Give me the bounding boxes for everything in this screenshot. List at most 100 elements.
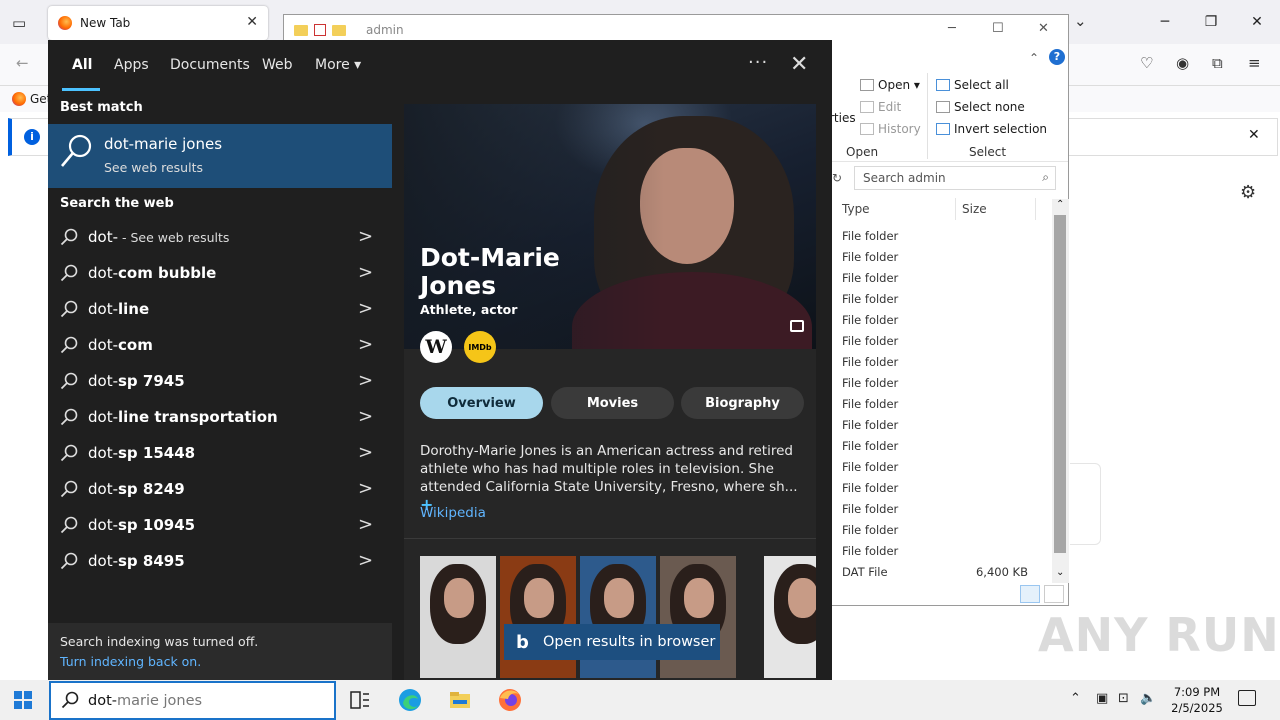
chevron-right-icon[interactable]: >	[358, 226, 373, 247]
edge-icon[interactable]	[398, 688, 422, 712]
details-view-button[interactable]	[1020, 585, 1040, 603]
account-icon[interactable]: ◉	[1176, 54, 1189, 72]
file-row[interactable]: File folder	[842, 439, 1032, 460]
chevron-right-icon[interactable]: >	[358, 478, 373, 499]
wikipedia-icon[interactable]: W	[420, 331, 452, 363]
chevron-right-icon[interactable]: >	[358, 334, 373, 355]
column-type[interactable]: Type	[842, 202, 870, 216]
pill-overview[interactable]: Overview	[420, 387, 543, 419]
restore-icon[interactable]: ❐	[1188, 0, 1234, 44]
file-row[interactable]: File folder	[842, 250, 1032, 271]
web-suggestion[interactable]: dot-sp 7945 >	[48, 364, 392, 400]
ribbon-history[interactable]: History	[860, 122, 921, 136]
tab-apps[interactable]: Apps	[114, 57, 149, 73]
network-icon[interactable]: ⊡	[1118, 691, 1129, 706]
pocket-icon[interactable]: ♡	[1140, 54, 1153, 72]
tab-documents[interactable]: Documents	[170, 57, 250, 73]
chevron-right-icon[interactable]: >	[358, 514, 373, 535]
file-row[interactable]: File folder	[842, 397, 1032, 418]
entity-hero-image[interactable]: Dot-Marie Jones Athlete, actor	[404, 104, 816, 349]
file-row[interactable]: File folder	[842, 376, 1032, 397]
explorer-minimize-icon[interactable]: ─	[948, 21, 956, 36]
explorer-maximize-icon[interactable]: ☐	[992, 21, 1004, 36]
properties-icon[interactable]	[314, 24, 326, 36]
web-suggestion[interactable]: dot-sp 15448 >	[48, 436, 392, 472]
task-view-icon[interactable]	[348, 688, 372, 712]
column-divider[interactable]	[1035, 198, 1036, 220]
ribbon-properties[interactable]: rties	[829, 111, 856, 125]
file-row[interactable]: File folder	[842, 523, 1032, 544]
file-row[interactable]: File folder	[842, 418, 1032, 439]
ribbon-select-all[interactable]: Select all	[936, 78, 1009, 92]
window-close-icon[interactable]: ✕	[1234, 0, 1280, 44]
explorer-close-icon[interactable]: ✕	[1038, 21, 1049, 36]
scroll-down-icon[interactable]: ⌄	[1056, 567, 1064, 578]
start-button[interactable]	[14, 691, 32, 709]
ribbon-edit[interactable]: Edit	[860, 100, 901, 114]
chevron-right-icon[interactable]: >	[358, 298, 373, 319]
show-hidden-icons[interactable]: ⌃	[1070, 691, 1081, 706]
extensions-icon[interactable]: ⧉	[1212, 54, 1223, 72]
expand-image-icon[interactable]	[790, 320, 804, 332]
system-clock[interactable]: 7:09 PM 2/5/2025	[1166, 684, 1228, 716]
new-folder-icon[interactable]	[332, 24, 346, 36]
image-thumbnail[interactable]	[764, 556, 816, 678]
wikipedia-source-link[interactable]: Wikipedia	[420, 505, 486, 521]
file-row[interactable]: File folder	[842, 460, 1032, 481]
scroll-up-icon[interactable]: ⌃	[1056, 199, 1064, 210]
chevron-right-icon[interactable]: >	[358, 370, 373, 391]
pill-movies[interactable]: Movies	[551, 387, 674, 419]
help-icon[interactable]: ?	[1049, 49, 1065, 65]
web-suggestion[interactable]: dot-sp 10945 >	[48, 508, 392, 544]
tab-more[interactable]: More ▾	[315, 57, 361, 73]
firefox-tab-new-tab[interactable]: New Tab ✕	[48, 6, 268, 40]
tab-close-icon[interactable]: ✕	[246, 14, 258, 30]
menu-icon[interactable]: ≡	[1248, 54, 1261, 72]
image-thumbnail[interactable]	[420, 556, 496, 678]
tab-all[interactable]: All	[72, 57, 92, 73]
chevron-right-icon[interactable]: >	[358, 550, 373, 571]
back-icon[interactable]: ←	[16, 54, 29, 72]
file-row[interactable]: File folder	[842, 334, 1032, 355]
explorer-search-input[interactable]: Search admin ⌕	[854, 166, 1056, 190]
volume-icon[interactable]: 🔈	[1140, 691, 1156, 706]
ribbon-collapse-icon[interactable]: ⌃	[1029, 51, 1039, 65]
column-size[interactable]: Size	[962, 202, 987, 216]
notifications-icon[interactable]	[1238, 690, 1256, 706]
firefox-icon[interactable]	[498, 688, 522, 712]
file-row[interactable]: File folder	[842, 355, 1032, 376]
web-suggestion[interactable]: dot-sp 8495 >	[48, 544, 392, 580]
large-icons-view-button[interactable]	[1044, 585, 1064, 603]
minimize-icon[interactable]: ─	[1142, 0, 1188, 44]
chevron-right-icon[interactable]: >	[358, 442, 373, 463]
ribbon-open[interactable]: Open ▾	[860, 78, 920, 92]
file-row[interactable]: File folder	[842, 229, 1032, 250]
web-suggestion[interactable]: dot-com >	[48, 328, 392, 364]
file-row[interactable]: File folder	[842, 292, 1032, 313]
pill-biography[interactable]: Biography	[681, 387, 804, 419]
imdb-icon[interactable]: IMDb	[464, 331, 496, 363]
tab-list-icon[interactable]: ▭	[12, 14, 26, 32]
open-results-in-browser-button[interactable]: b Open results in browser	[504, 624, 720, 660]
tab-overflow-icon[interactable]: ⌄	[1074, 12, 1087, 30]
file-row[interactable]: File folder	[842, 313, 1032, 334]
chevron-right-icon[interactable]: >	[358, 262, 373, 283]
explorer-scrollbar[interactable]: ⌃ ⌄	[1052, 199, 1069, 583]
web-suggestion[interactable]: dot-line >	[48, 292, 392, 328]
column-divider[interactable]	[955, 198, 956, 220]
file-row[interactable]: File folder	[842, 271, 1032, 292]
taskbar-search-input[interactable]: dot-marie jones	[49, 681, 336, 720]
ribbon-invert-selection[interactable]: Invert selection	[936, 122, 1047, 136]
web-suggestion[interactable]: dot- - See web results >	[48, 220, 392, 256]
turn-indexing-on-link[interactable]: Turn indexing back on.	[60, 654, 201, 669]
settings-gear-icon[interactable]: ⚙	[1240, 182, 1256, 203]
file-row[interactable]: File folder	[842, 544, 1032, 565]
refresh-icon[interactable]: ↻	[832, 171, 842, 185]
tab-web[interactable]: Web	[262, 57, 293, 73]
chevron-right-icon[interactable]: >	[358, 406, 373, 427]
device-icon[interactable]: ▣	[1096, 691, 1108, 706]
more-options-icon[interactable]: ···	[748, 52, 768, 73]
file-row[interactable]: File folder	[842, 481, 1032, 502]
web-suggestion[interactable]: dot-line transportation >	[48, 400, 392, 436]
notice-close-icon[interactable]: ✕	[1248, 127, 1260, 143]
